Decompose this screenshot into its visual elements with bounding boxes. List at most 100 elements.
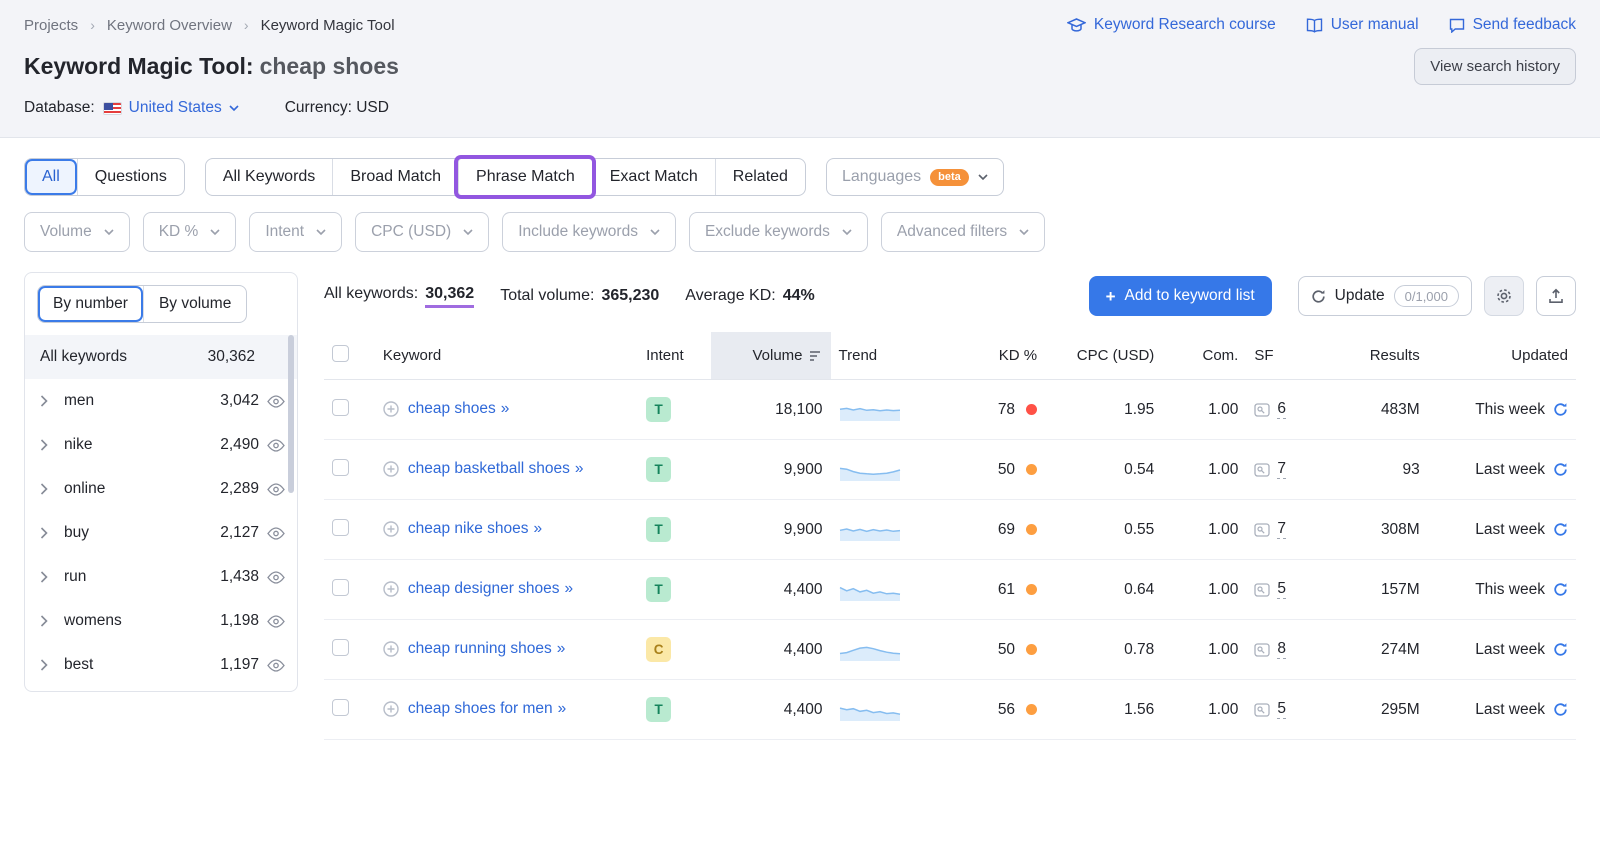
tab-phrase-match[interactable]: Phrase Match	[458, 159, 592, 195]
sidebar-group-online[interactable]: online 2,289	[25, 467, 297, 511]
row-checkbox[interactable]	[332, 579, 349, 596]
select-all-checkbox[interactable]	[332, 345, 349, 362]
open-keyword-icon[interactable]: »	[534, 520, 543, 537]
add-keyword-icon[interactable]	[383, 521, 399, 537]
volume-filter[interactable]: Volume	[24, 212, 130, 252]
database-selector[interactable]: United States	[129, 99, 239, 117]
tab-questions[interactable]: Questions	[77, 159, 184, 195]
sort-by-volume-tab[interactable]: By volume	[143, 286, 246, 322]
send-feedback-link[interactable]: Send feedback	[1449, 16, 1576, 34]
sidebar-group-run[interactable]: run 1,438	[25, 555, 297, 599]
refresh-icon[interactable]	[1553, 642, 1568, 657]
col-updated[interactable]: Updated	[1428, 332, 1576, 380]
keyword-link[interactable]: cheap shoes	[408, 400, 496, 417]
button-label: Add to keyword list	[1125, 287, 1255, 305]
stat-label: Total volume:	[500, 287, 594, 305]
tab-exact-match[interactable]: Exact Match	[592, 159, 715, 195]
col-com[interactable]: Com.	[1162, 332, 1246, 380]
update-button[interactable]: Update 0/1,000	[1298, 276, 1472, 316]
col-sf[interactable]: SF	[1246, 332, 1321, 380]
add-keyword-icon[interactable]	[383, 641, 399, 657]
cpc-filter[interactable]: CPC (USD)	[355, 212, 489, 252]
volume-cell: 4,400	[711, 680, 830, 740]
keyword-research-course-link[interactable]: Keyword Research course	[1067, 16, 1276, 34]
kd-value: 50	[998, 461, 1015, 479]
eye-icon[interactable]	[267, 395, 285, 408]
kd-dot	[1026, 644, 1037, 655]
intent-filter[interactable]: Intent	[249, 212, 342, 252]
sf-count[interactable]: 5	[1277, 700, 1286, 719]
col-cpc[interactable]: CPC (USD)	[1045, 332, 1162, 380]
row-checkbox[interactable]	[332, 639, 349, 656]
languages-dropdown[interactable]: Languages beta	[826, 158, 1004, 196]
eye-icon[interactable]	[267, 659, 285, 672]
sidebar-group-womens[interactable]: womens 1,198	[25, 599, 297, 643]
sidebar-group-best[interactable]: best 1,197	[25, 643, 297, 687]
sf-count[interactable]: 8	[1277, 640, 1286, 659]
open-keyword-icon[interactable]: »	[557, 640, 566, 657]
eye-icon[interactable]	[267, 483, 285, 496]
sf-count[interactable]: 5	[1277, 580, 1286, 599]
advanced-filters[interactable]: Advanced filters	[881, 212, 1045, 252]
include-keywords-filter[interactable]: Include keywords	[502, 212, 676, 252]
sidebar-all-keywords-row[interactable]: All keywords 30,362	[25, 335, 297, 379]
open-keyword-icon[interactable]: »	[565, 580, 574, 597]
open-keyword-icon[interactable]: »	[575, 460, 584, 477]
keyword-link[interactable]: cheap running shoes	[408, 640, 552, 657]
keyword-link[interactable]: cheap basketball shoes	[408, 460, 570, 477]
sidebar-sort-toggle: By number By volume	[37, 285, 247, 323]
sidebar-group-buy[interactable]: buy 2,127	[25, 511, 297, 555]
col-trend[interactable]: Trend	[831, 332, 942, 380]
add-keyword-icon[interactable]	[383, 581, 399, 597]
col-volume[interactable]: Volume	[711, 332, 830, 380]
add-keyword-icon[interactable]	[383, 701, 399, 717]
col-keyword[interactable]: Keyword	[375, 332, 638, 380]
open-keyword-icon[interactable]: »	[501, 400, 510, 417]
sidebar-group-nike[interactable]: nike 2,490	[25, 423, 297, 467]
view-search-history-button[interactable]: View search history	[1414, 48, 1576, 85]
refresh-icon[interactable]	[1553, 702, 1568, 717]
add-keyword-icon[interactable]	[383, 401, 399, 417]
row-checkbox[interactable]	[332, 699, 349, 716]
keyword-link[interactable]: cheap nike shoes	[408, 520, 529, 537]
refresh-icon[interactable]	[1553, 462, 1568, 477]
keyword-link[interactable]: cheap designer shoes	[408, 580, 560, 597]
open-keyword-icon[interactable]: »	[558, 700, 567, 717]
row-checkbox[interactable]	[332, 459, 349, 476]
breadcrumb-keyword-overview[interactable]: Keyword Overview	[107, 17, 232, 34]
export-button[interactable]	[1536, 276, 1576, 316]
add-keyword-icon[interactable]	[383, 461, 399, 477]
refresh-icon[interactable]	[1553, 582, 1568, 597]
refresh-icon[interactable]	[1553, 522, 1568, 537]
tab-all[interactable]: All	[25, 159, 77, 195]
eye-icon[interactable]	[267, 571, 285, 584]
row-checkbox[interactable]	[332, 399, 349, 416]
eye-icon[interactable]	[267, 439, 285, 452]
refresh-icon[interactable]	[1553, 402, 1568, 417]
sf-count[interactable]: 6	[1277, 400, 1286, 419]
sf-count[interactable]: 7	[1277, 460, 1286, 479]
eye-icon[interactable]	[267, 615, 285, 628]
settings-gear-button[interactable]	[1484, 276, 1524, 316]
sf-count[interactable]: 7	[1277, 520, 1286, 539]
sidebar-group-men[interactable]: men 3,042	[25, 379, 297, 423]
sidebar-scrollbar[interactable]	[288, 335, 294, 493]
breadcrumb-projects[interactable]: Projects	[24, 17, 78, 34]
eye-icon[interactable]	[267, 527, 285, 540]
col-intent[interactable]: Intent	[638, 332, 711, 380]
user-manual-link[interactable]: User manual	[1306, 16, 1419, 34]
stat-value: 365,230	[601, 287, 659, 305]
kd-filter[interactable]: KD %	[143, 212, 237, 252]
col-results[interactable]: Results	[1322, 332, 1428, 380]
keyword-link[interactable]: cheap shoes for men	[408, 700, 553, 717]
exclude-keywords-filter[interactable]: Exclude keywords	[689, 212, 868, 252]
add-to-keyword-list-button[interactable]: + Add to keyword list	[1089, 276, 1272, 316]
group-count: 2,490	[220, 436, 259, 454]
tab-broad-match[interactable]: Broad Match	[332, 159, 458, 195]
sort-by-number-tab[interactable]: By number	[38, 286, 143, 322]
row-checkbox[interactable]	[332, 519, 349, 536]
results-cell: 308M	[1322, 500, 1428, 560]
col-kd[interactable]: KD %	[941, 332, 1045, 380]
tab-all-keywords[interactable]: All Keywords	[206, 159, 332, 195]
tab-related[interactable]: Related	[715, 159, 805, 195]
